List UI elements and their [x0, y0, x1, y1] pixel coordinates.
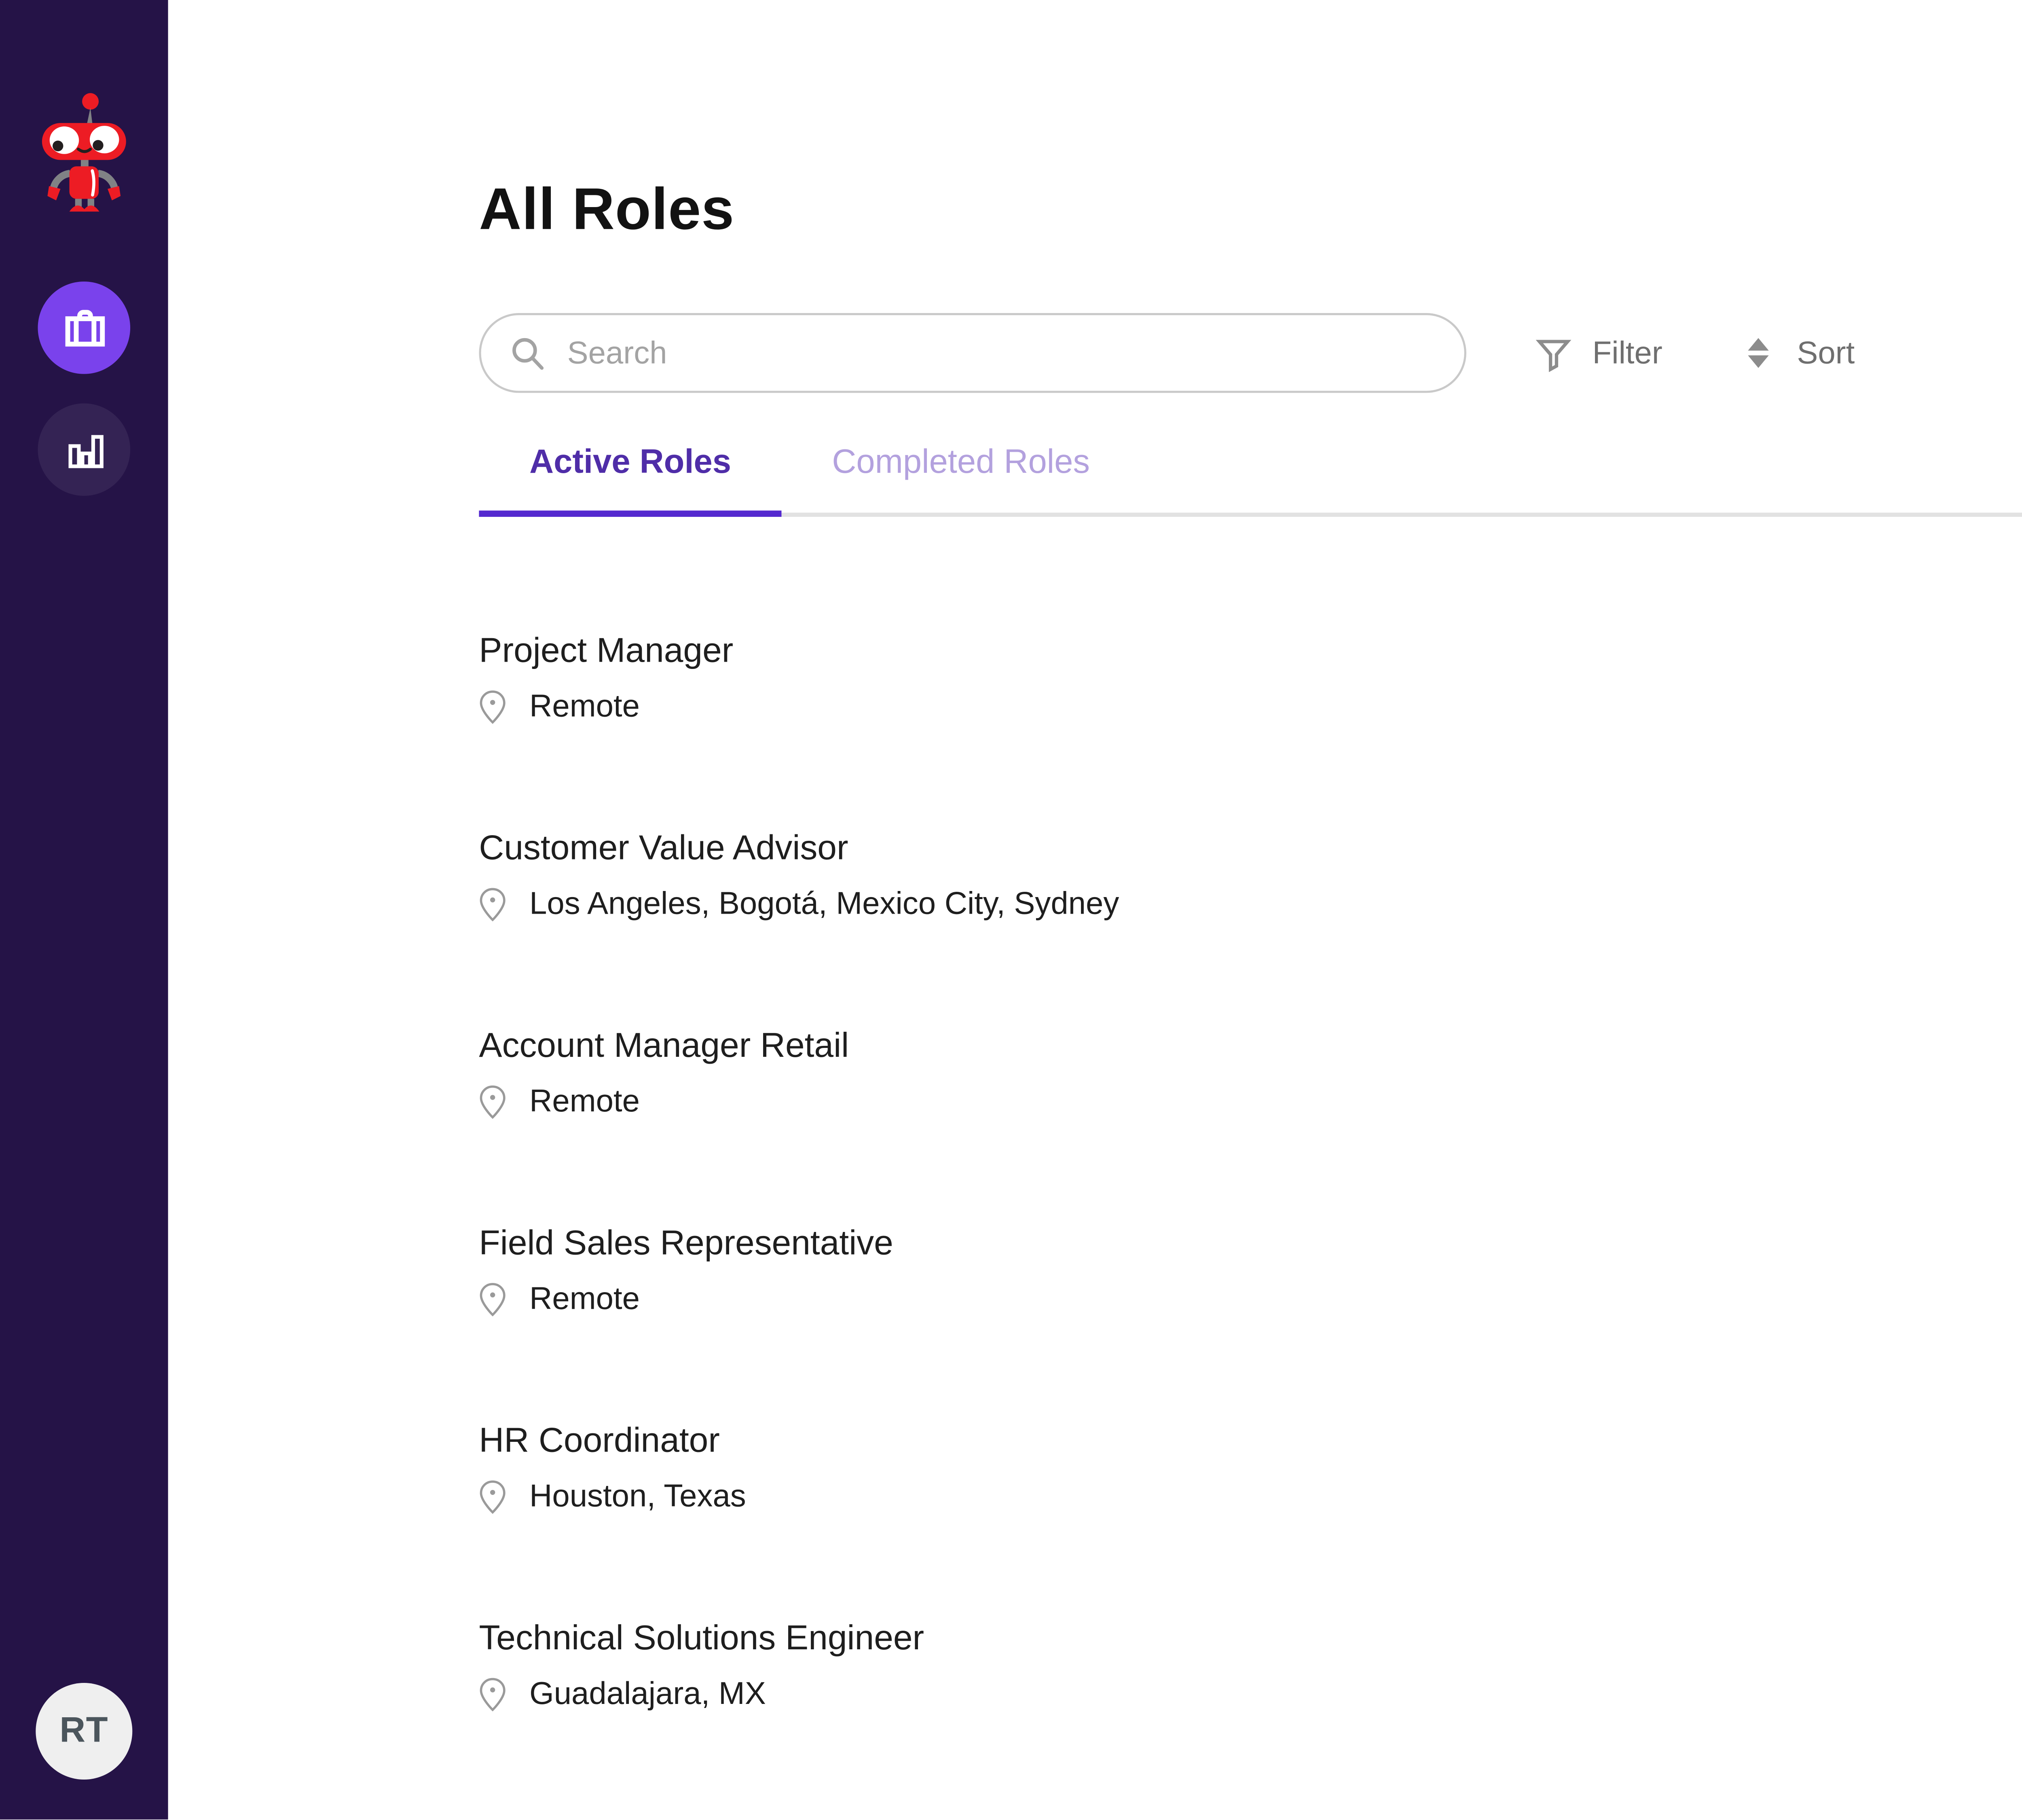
role-title[interactable]: Field Sales Representative [479, 1225, 2022, 1265]
role-info: Field Sales Representative Remote [479, 1225, 2022, 1318]
location-pin-icon [479, 1282, 506, 1317]
role-row[interactable]: Project Manager Remote +1 [479, 580, 2022, 777]
role-location: Remote [479, 1084, 2022, 1120]
sort-label: Sort [1797, 335, 1855, 371]
tabs-bar: Active Roles Completed Roles [479, 416, 2022, 517]
role-row[interactable]: Account Manager Retail Remote +1 [479, 975, 2022, 1172]
filter-button[interactable]: Filter [1533, 333, 1662, 373]
role-info: Project Manager Remote [479, 633, 2022, 725]
tab-active-roles[interactable]: Active Roles [479, 416, 781, 513]
role-location: Remote [479, 689, 2022, 725]
sort-button[interactable]: Sort [1740, 332, 1855, 374]
role-row[interactable]: Technical Solutions Engineer Guadalajara… [479, 1567, 2022, 1765]
search-icon [506, 332, 548, 374]
role-location-text: Guadalajara, MX [529, 1676, 766, 1712]
role-location: Guadalajara, MX [479, 1676, 2022, 1712]
sidebar-item-roles[interactable] [38, 281, 131, 374]
filter-funnel-icon [1533, 333, 1574, 373]
app-window: RT All Roles 3 Active Roles Filter [0, 0, 2022, 1820]
role-location-text: Houston, Texas [529, 1479, 746, 1515]
role-location: Remote [479, 1282, 2022, 1317]
robot-mascot-logo [32, 93, 137, 212]
location-pin-icon [479, 1084, 506, 1120]
search-input[interactable] [479, 313, 1466, 393]
role-row[interactable]: HR Coordinator Houston, Texas +1 [479, 1370, 2022, 1567]
location-pin-icon [479, 1676, 506, 1712]
main-content: All Roles 3 Active Roles Filter [168, 0, 2022, 1820]
role-location-text: Remote [529, 1282, 640, 1317]
bar-chart-icon [62, 427, 106, 472]
roles-list: Project Manager Remote +1 [479, 580, 2022, 1765]
role-location: Houston, Texas [479, 1479, 2022, 1515]
briefcase-icon [60, 304, 108, 352]
role-location: Los Angeles, Bogotá, Mexico City, Sydney [479, 887, 2022, 922]
role-row[interactable]: Customer Value Advisor Los Angeles, Bogo… [479, 777, 2022, 975]
role-location-text: Remote [529, 1084, 640, 1120]
role-location-text: Remote [529, 689, 640, 725]
page-title: All Roles [479, 176, 734, 243]
role-title[interactable]: Technical Solutions Engineer [479, 1620, 2022, 1660]
location-pin-icon [479, 689, 506, 725]
role-title[interactable]: Account Manager Retail [479, 1027, 2022, 1067]
role-info: Account Manager Retail Remote [479, 1027, 2022, 1120]
role-title[interactable]: HR Coordinator [479, 1422, 2022, 1462]
location-pin-icon [479, 887, 506, 922]
role-location-text: Los Angeles, Bogotá, Mexico City, Sydney [529, 887, 1119, 922]
table-header: New Talent Interviews Created On [479, 517, 2022, 580]
role-info: Customer Value Advisor Los Angeles, Bogo… [479, 830, 2022, 923]
sidebar-nav [38, 281, 131, 496]
sort-arrows-icon [1740, 332, 1778, 374]
toolbar: Filter Sort + New Role [479, 313, 2022, 393]
role-title[interactable]: Customer Value Advisor [479, 830, 2022, 870]
user-avatar[interactable]: RT [36, 1683, 132, 1780]
sidebar: RT [0, 0, 168, 1820]
role-title[interactable]: Project Manager [479, 633, 2022, 673]
role-info: Technical Solutions Engineer Guadalajara… [479, 1620, 2022, 1712]
sidebar-item-analytics[interactable] [38, 403, 131, 496]
search-box [479, 313, 1466, 393]
tab-completed-roles[interactable]: Completed Roles [782, 416, 1140, 513]
role-row[interactable]: Field Sales Representative Remote +1 [479, 1172, 2022, 1370]
role-info: HR Coordinator Houston, Texas [479, 1422, 2022, 1515]
location-pin-icon [479, 1479, 506, 1515]
robot-icon [32, 93, 137, 212]
filter-label: Filter [1593, 335, 1662, 371]
page-header: All Roles 3 Active Roles [479, 176, 2022, 243]
